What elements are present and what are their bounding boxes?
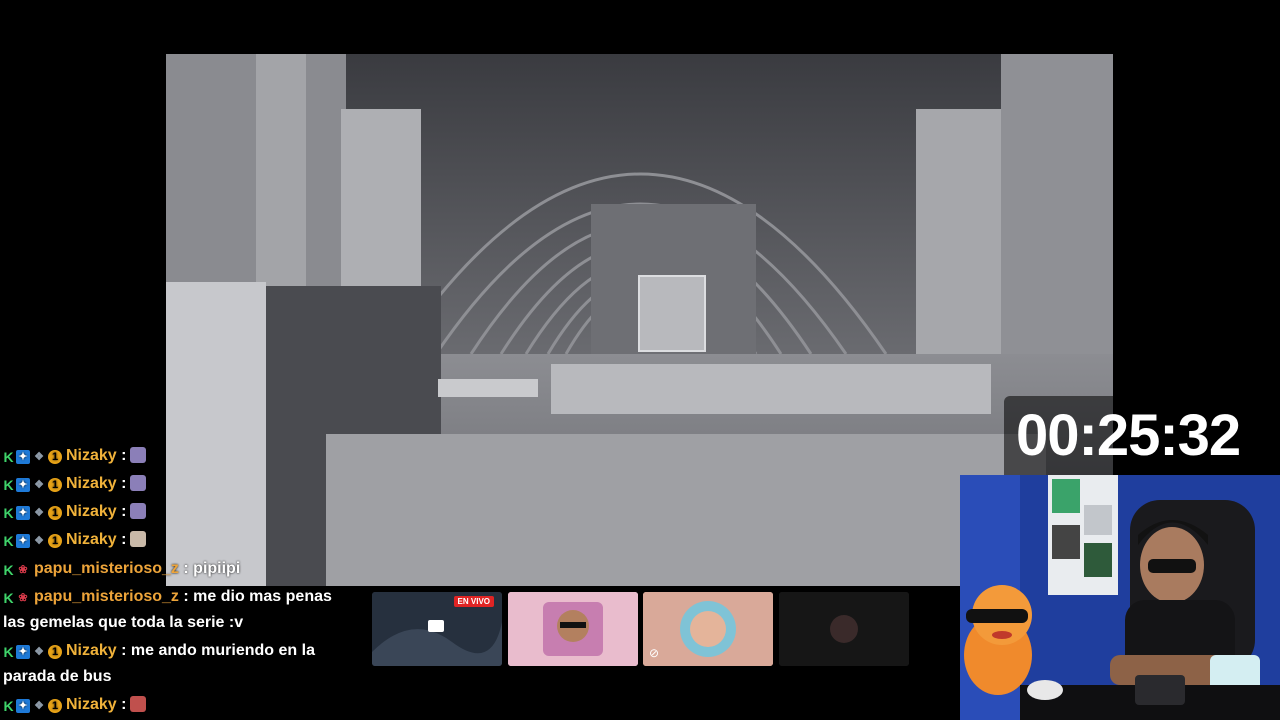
wolf-badge-icon: ❖ [34,646,44,658]
user-badges: K ✦ ❖ 1 [3,478,62,492]
verified-badge-icon: ✦ [16,534,30,548]
live-badge: EN VIVO [453,596,494,607]
stream-timer: 00:25:32 [1004,396,1280,476]
kick-badge-icon: K [3,562,14,578]
one-month-badge-icon: 1 [48,506,62,520]
user-badges: K ✦ ❖ 1 [3,506,62,520]
chat-username[interactable]: Nizaky [66,475,117,492]
chat-message: K ✦ ❖ 1 Nizaky : [3,444,348,469]
verified-badge-icon: ✦ [16,450,30,464]
chat-username[interactable]: Nizaky [66,503,117,520]
chat-separator: : [116,447,127,464]
chat-username[interactable]: papu_misterioso_z [34,560,179,577]
user-badges: K ✦ ❖ 1 [3,699,62,713]
chat-username[interactable]: Nizaky [66,531,117,548]
user-badges: K ❀ [3,563,30,577]
user-badges: K ✦ ❖ 1 [3,450,62,464]
chat-username[interactable]: Nizaky [66,447,117,464]
one-month-badge-icon: 1 [48,534,62,548]
user-badges: K ✦ ❖ 1 [3,534,62,548]
chat-separator: : [116,503,127,520]
wolf-badge-icon: ❖ [34,451,44,463]
one-month-badge-icon: 1 [48,645,62,659]
user-badges: K ❀ [3,591,30,605]
kick-badge-icon: K [3,590,14,606]
chat-overlay: K ✦ ❖ 1 Nizaky : K ✦ ❖ 1 Nizaky : K ✦ ❖ … [0,444,366,720]
chat-separator: : [116,531,127,548]
chat-username[interactable]: Nizaky [66,642,117,659]
kick-badge-icon: K [3,505,14,521]
chat-message-text: pipiipi [188,560,241,577]
kick-badge-icon: K [3,449,14,465]
webcam-overlay [960,475,1280,720]
recommended-stream-thumbnail[interactable]: ⊘ [643,592,773,666]
chat-message: K ✦ ❖ 1 Nizaky : [3,499,348,525]
streamer-webcam-feed [960,475,1280,720]
wolf-badge-icon: ❖ [34,479,44,491]
chat-separator: : [178,588,189,605]
recommended-stream-thumbnail[interactable]: EN VIVO [372,592,502,666]
chat-message: K ✦ ❖ 1 Nizaky : me ando muriendo en la … [3,638,348,690]
thumbnail-image [643,592,773,666]
thumbnail-image [508,592,638,666]
chat-message: K ✦ ❖ 1 Nizaky : [3,471,348,497]
recommended-stream-thumbnail[interactable] [508,592,638,666]
kick-badge-icon: K [3,644,14,660]
one-month-badge-icon: 1 [48,699,62,713]
kick-badge-icon: K [3,533,14,549]
timer-text: 00:25:32 [1016,403,1241,468]
thumbnail-image [779,592,909,666]
chat-message: K ✦ ❖ 1 Nizaky : [3,692,348,718]
wolf-badge-icon: ❖ [34,700,44,712]
emote-icon [130,503,147,519]
chat-separator: : [178,560,189,577]
chat-separator: : [116,475,127,492]
verified-badge-icon: ✦ [16,478,30,492]
muted-mic-icon: ⊘ [649,646,660,660]
kick-badge-icon: K [3,477,14,493]
chat-username[interactable]: Nizaky [66,696,117,713]
rose-badge-icon: ❀ [18,564,28,576]
wolf-badge-icon: ❖ [34,507,44,519]
emote-icon [130,447,147,463]
chat-message: K ❀ papu_misterioso_z : me dio mas penas… [3,584,348,636]
kick-badge-icon: K [3,698,14,714]
one-month-badge-icon: 1 [48,450,62,464]
chat-username[interactable]: papu_misterioso_z [34,588,179,605]
rose-badge-icon: ❀ [18,592,28,604]
wolf-badge-icon: ❖ [34,535,44,547]
screen-icon [428,620,444,632]
verified-badge-icon: ✦ [16,506,30,520]
chat-message: K ❀ papu_misterioso_z : pipiipi [3,556,348,582]
emote-icon [130,531,147,547]
recommended-stream-thumbnail[interactable] [779,592,909,666]
verified-badge-icon: ✦ [16,645,30,659]
verified-badge-icon: ✦ [16,699,30,713]
chat-message: K ✦ ❖ 1 Nizaky : [3,527,348,553]
user-badges: K ✦ ❖ 1 [3,645,62,659]
emote-icon [130,696,147,712]
emote-icon [130,475,147,491]
chat-separator: : [116,696,127,713]
one-month-badge-icon: 1 [48,478,62,492]
